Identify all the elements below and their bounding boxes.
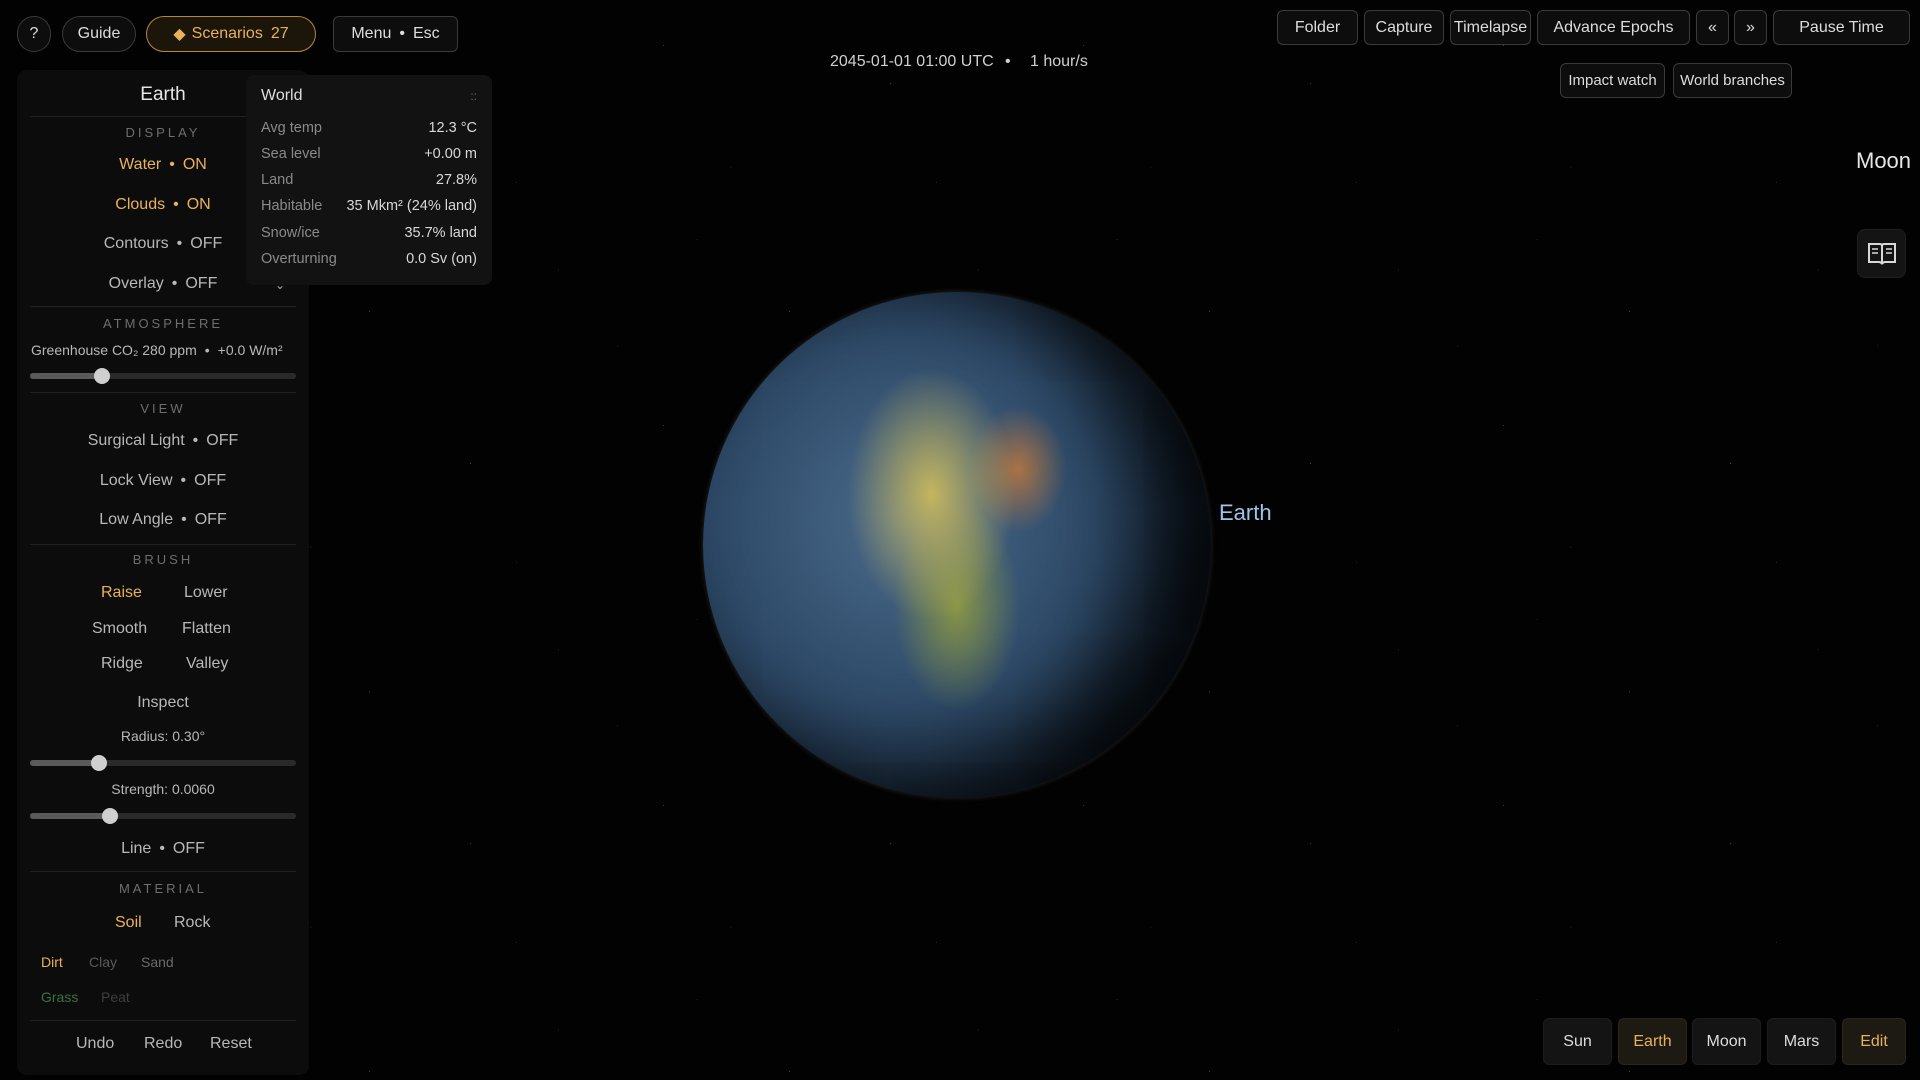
line-toggle[interactable]: Line • OFF <box>17 840 309 858</box>
radius-slider[interactable] <box>30 755 296 771</box>
world-popup-title: World <box>261 87 303 104</box>
divider <box>30 871 296 872</box>
focus-sun-button[interactable]: Sun <box>1543 1018 1612 1065</box>
help-button[interactable]: ? <box>17 16 51 52</box>
stat-row: Avg temp 12.3 °C <box>261 120 477 136</box>
undo-button[interactable]: Undo <box>76 1035 114 1053</box>
brush-header: BRUSH <box>132 552 194 567</box>
atmosphere-header: ATMOSPHERE <box>102 316 224 331</box>
slider-handle[interactable] <box>91 755 108 771</box>
divider <box>30 392 296 393</box>
slider-handle[interactable] <box>101 808 118 824</box>
material-soil[interactable]: Soil <box>115 914 142 932</box>
guide-button[interactable]: Guide <box>62 16 136 52</box>
sim-datetime: 2045-01-01 01:00 UTC <box>830 53 994 70</box>
greenhouse-slider[interactable] <box>30 368 296 384</box>
low-angle-toggle[interactable]: Low Angle • OFF <box>17 511 309 529</box>
material-peat[interactable]: Peat <box>101 989 130 1005</box>
book-icon[interactable] <box>1857 229 1906 278</box>
folder-button[interactable]: Folder <box>1277 10 1358 45</box>
world-stats-popup: World :: Avg temp 12.3 °C Sea level +0.00 … <box>246 75 492 285</box>
moon-label[interactable]: Moon <box>1856 148 1911 174</box>
world-branches-button[interactable]: World branches <box>1673 63 1792 98</box>
impact-watch-button[interactable]: Impact watch <box>1560 63 1665 98</box>
time-separator: • <box>1005 53 1011 70</box>
strength-slider[interactable] <box>30 808 296 824</box>
pause-time-button[interactable]: Pause Time <box>1773 10 1910 45</box>
stat-row: Snow/ice 35.7% land <box>261 225 477 241</box>
brush-smooth[interactable]: Smooth <box>92 620 147 638</box>
timelapse-button[interactable]: Timelapse <box>1450 10 1531 45</box>
capture-button[interactable]: Capture <box>1364 10 1444 45</box>
scenarios-count: 27 <box>270 25 289 42</box>
edit-button[interactable]: Edit <box>1842 1018 1906 1065</box>
earth-globe[interactable] <box>703 292 1211 798</box>
focus-moon-button[interactable]: Moon <box>1692 1018 1761 1065</box>
earth-label[interactable]: Earth <box>1219 500 1272 526</box>
stat-row: Overturning 0.0 Sv (on) <box>261 251 477 267</box>
brush-inspect[interactable]: Inspect <box>17 694 309 712</box>
material-rock[interactable]: Rock <box>174 914 210 932</box>
time-rate: 1 hour/s <box>1030 53 1088 70</box>
brush-valley[interactable]: Valley <box>186 655 228 673</box>
reset-button[interactable]: Reset <box>210 1035 252 1053</box>
material-clay[interactable]: Clay <box>89 954 117 970</box>
greenhouse-label: Greenhouse CO₂ 280 ppm • +0.0 W/m² <box>31 342 283 358</box>
slider-handle[interactable] <box>93 368 110 384</box>
brush-raise[interactable]: Raise <box>101 584 142 602</box>
focus-mars-button[interactable]: Mars <box>1767 1018 1836 1065</box>
stat-row: Land 27.8% <box>261 172 477 188</box>
menu-button[interactable]: Menu • Esc <box>333 16 458 52</box>
view-header: VIEW <box>140 401 186 416</box>
scenarios-button[interactable]: ◆ Scenarios 27 <box>146 16 316 52</box>
lock-view-toggle[interactable]: Lock View • OFF <box>17 472 309 490</box>
divider <box>30 544 296 545</box>
brush-flatten[interactable]: Flatten <box>182 620 231 638</box>
drag-handle-icon[interactable]: :: <box>470 89 477 103</box>
material-sand[interactable]: Sand <box>141 954 174 970</box>
material-dirt[interactable]: Dirt <box>41 954 63 970</box>
stat-row: Habitable 35 Mkm² (24% land) <box>261 198 477 214</box>
advance-epochs-button[interactable]: Advance Epochs <box>1537 10 1690 45</box>
material-grass[interactable]: Grass <box>41 989 78 1005</box>
redo-button[interactable]: Redo <box>144 1035 182 1053</box>
divider <box>30 306 296 307</box>
surgical-light-toggle[interactable]: Surgical Light • OFF <box>17 432 309 450</box>
radius-label: Radius: 0.30° <box>120 728 206 744</box>
diamond-icon: ◆ <box>173 26 186 43</box>
stat-row: Sea level +0.00 m <box>261 146 477 162</box>
strength-label: Strength: 0.0060 <box>111 781 215 797</box>
brush-ridge[interactable]: Ridge <box>101 655 143 673</box>
next-epoch-button[interactable]: » <box>1734 10 1767 45</box>
brush-lower[interactable]: Lower <box>184 584 228 602</box>
divider <box>30 1020 296 1021</box>
focus-earth-button[interactable]: Earth <box>1618 1018 1687 1065</box>
material-header: MATERIAL <box>118 881 208 896</box>
prev-epoch-button[interactable]: « <box>1696 10 1729 45</box>
